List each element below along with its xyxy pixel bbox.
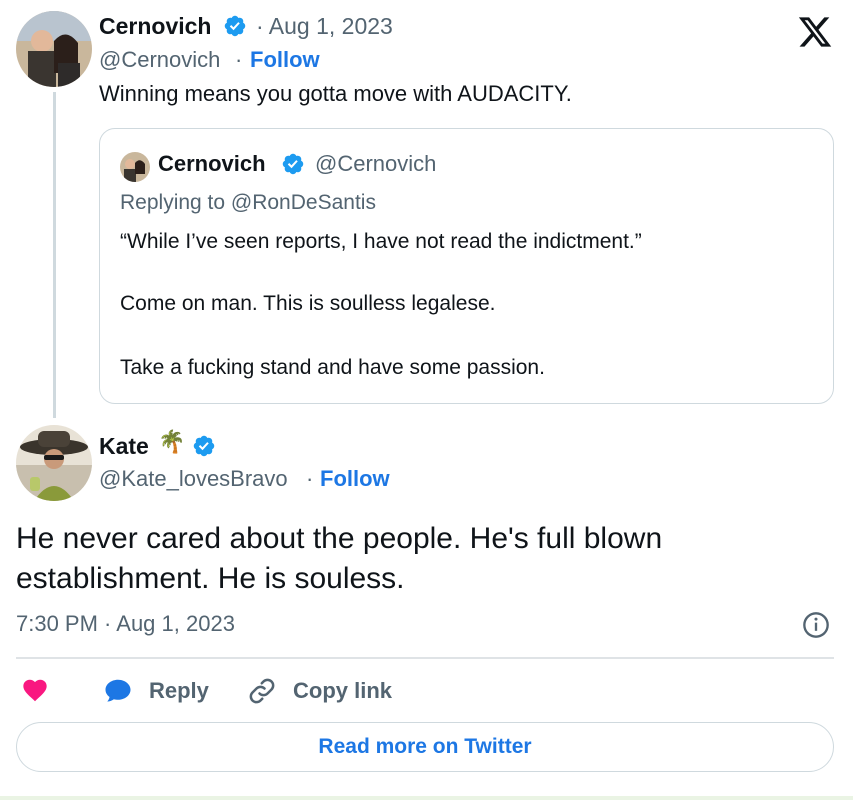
follow-button[interactable]: Follow [320,466,390,492]
verified-badge-icon [223,14,247,38]
copy-link-label: Copy link [293,678,393,703]
info-icon[interactable] [802,611,830,639]
handle-separator: · [306,466,314,491]
divider [16,657,834,659]
reply-timestamp[interactable]: 7:30 PM · Aug 1, 2023 [16,611,235,637]
reply-author-emoji: 🌴 [158,430,186,455]
quoted-author-avatar[interactable] [120,152,150,182]
reply-handle[interactable]: @Kate_lovesBravo [99,466,288,492]
reply-text-line-2: establishment. He is souless. [16,562,405,595]
follow-button[interactable]: Follow [250,47,320,73]
verified-badge-icon [192,434,216,458]
cernovich-avatar[interactable] [16,11,92,87]
tweet-author-name[interactable]: Cernovich [99,13,211,40]
kate-avatar[interactable] [16,425,92,501]
reply-author-name[interactable]: Kate [99,433,149,460]
quoted-replying-to[interactable]: Replying to @RonDeSantis [120,191,376,215]
link-icon [249,678,275,704]
copy-link-button[interactable]: Copy link [247,675,392,707]
reply-text-line-1: He never cared about the people. He's fu… [16,522,663,555]
quoted-text-line-2: Come on man. This is soulless legalese. [120,292,496,315]
chat-bubble-icon [105,679,131,702]
quoted-text-line-3: Take a fucking stand and have some passi… [120,356,545,379]
read-more-button[interactable]: Read more on Twitter [16,722,834,772]
tweet-date[interactable]: · Aug 1, 2023 [256,13,393,40]
x-logo-icon[interactable] [797,14,833,50]
reply-label: Reply [149,678,209,703]
reply-button[interactable]: Reply [102,675,209,707]
heart-icon [23,679,47,702]
tweet-text: Winning means you gotta move with AUDACI… [99,81,572,106]
bottom-border [0,796,853,800]
thread-connector [53,92,56,418]
tweet-handle[interactable]: @Cernovich [99,47,220,73]
handle-separator: · [235,47,243,72]
quoted-handle[interactable]: @Cernovich [315,151,436,177]
like-button[interactable] [21,675,51,705]
quoted-text-line-1: “While I’ve seen reports, I have not rea… [120,230,642,253]
verified-badge-icon [281,152,305,176]
quoted-author-name[interactable]: Cernovich [158,151,266,177]
